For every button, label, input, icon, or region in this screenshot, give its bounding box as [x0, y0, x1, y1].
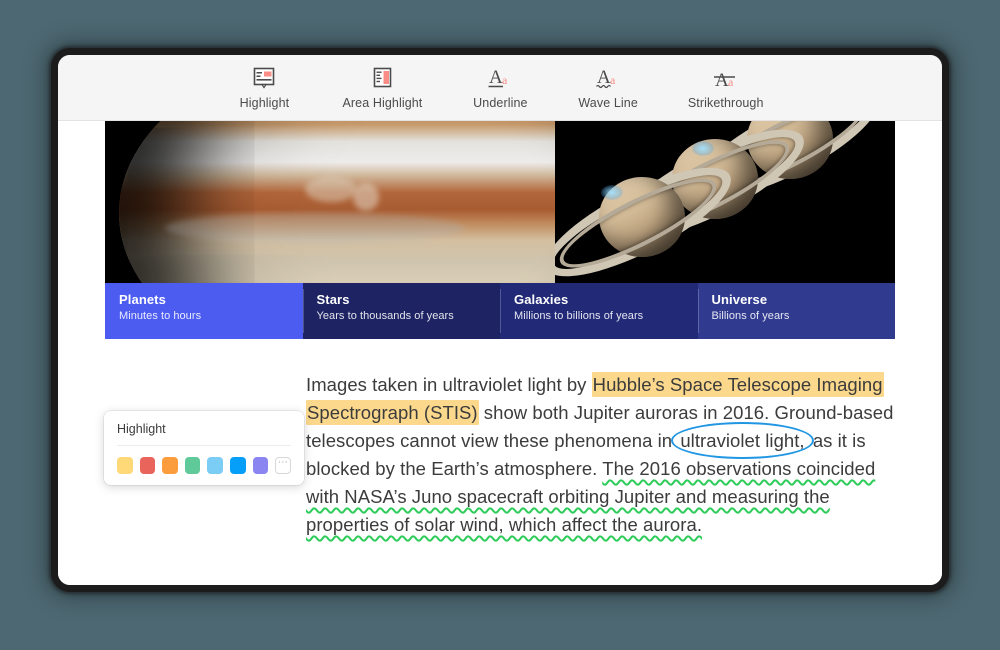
paragraph-segment-1: Images taken in ultraviolet light by	[306, 374, 592, 395]
banner-title: Stars	[316, 292, 350, 307]
banner-subtitle: Minutes to hours	[119, 310, 202, 322]
highlight-icon	[251, 65, 277, 91]
circle-annotation[interactable]: ultraviolet light,	[671, 422, 814, 459]
more-colors-button[interactable]: ⋯	[275, 456, 292, 474]
svg-text:a: a	[610, 73, 616, 87]
more-colors-icon: ⋯	[277, 456, 289, 468]
banner-title: Galaxies	[514, 292, 569, 307]
tool-wave-line-label: Wave Line	[578, 96, 638, 110]
tool-area-highlight-label: Area Highlight	[342, 96, 423, 110]
banner-segment-universe: Universe Billions of years	[697, 283, 895, 339]
svg-text:A: A	[715, 70, 729, 90]
jupiter-band-shadow	[165, 213, 465, 243]
document-canvas[interactable]: Planets Minutes to hours Stars Years to …	[58, 121, 942, 585]
strikethrough-icon: A a	[711, 65, 741, 91]
banner-title: Universe	[711, 292, 768, 307]
saturn-aurora	[692, 141, 714, 156]
banner-segment-planets: Planets Minutes to hours	[105, 283, 303, 339]
banner-subtitle: Billions of years	[711, 310, 790, 322]
highlight-popup-title: Highlight	[117, 422, 291, 446]
tool-highlight-label: Highlight	[239, 96, 290, 110]
tool-underline-label: Underline	[473, 96, 528, 110]
jupiter-disc	[119, 121, 580, 283]
svg-text:A: A	[597, 67, 611, 88]
highlight-color-popup[interactable]: Highlight ⋯	[104, 411, 304, 485]
swatch-yellow[interactable]	[117, 457, 133, 474]
swatch-sky[interactable]	[207, 457, 224, 474]
svg-text:a: a	[502, 73, 508, 87]
swatch-row: ⋯	[117, 446, 292, 474]
area-highlight-icon	[369, 65, 395, 91]
annotation-toolbar: Highlight Area Highlight A a Underline A…	[58, 55, 942, 121]
jupiter-image	[105, 121, 580, 283]
tool-strikethrough[interactable]: A a Strikethrough	[680, 63, 772, 112]
app-window: Highlight Area Highlight A a Underline A…	[58, 55, 942, 585]
jupiter-storm	[305, 176, 357, 202]
svg-text:A: A	[489, 67, 503, 88]
saturn-aurora	[601, 185, 623, 200]
swatch-purple[interactable]	[252, 457, 269, 474]
tool-strikethrough-label: Strikethrough	[687, 96, 764, 110]
banner-title: Planets	[119, 292, 166, 307]
document-paragraph[interactable]: Images taken in ultraviolet light by Hub…	[306, 371, 906, 539]
tool-underline[interactable]: A a Underline	[464, 63, 536, 112]
document-figure: Planets Minutes to hours Stars Years to …	[105, 121, 895, 339]
swatch-blue[interactable]	[230, 457, 246, 474]
swatch-orange[interactable]	[162, 457, 178, 474]
wave-line-icon: A a	[593, 65, 623, 91]
underline-icon: A a	[485, 65, 515, 91]
saturn-3	[555, 147, 744, 283]
swatch-red[interactable]	[139, 457, 156, 474]
banner-segment-galaxies: Galaxies Millions to billions of years	[500, 283, 698, 339]
banner-subtitle: Years to thousands of years	[316, 310, 454, 322]
swatch-green[interactable]	[184, 457, 201, 474]
tool-area-highlight[interactable]: Area Highlight	[334, 63, 430, 112]
banner-segment-stars: Stars Years to thousands of years	[302, 283, 500, 339]
tool-wave-line[interactable]: A a Wave Line	[570, 63, 646, 112]
saturn-images	[555, 121, 895, 283]
banner-subtitle: Millions to billions of years	[514, 310, 644, 322]
figure-banner: Planets Minutes to hours Stars Years to …	[105, 283, 895, 339]
tool-highlight[interactable]: Highlight	[228, 63, 300, 112]
jupiter-storm-2	[353, 183, 379, 211]
